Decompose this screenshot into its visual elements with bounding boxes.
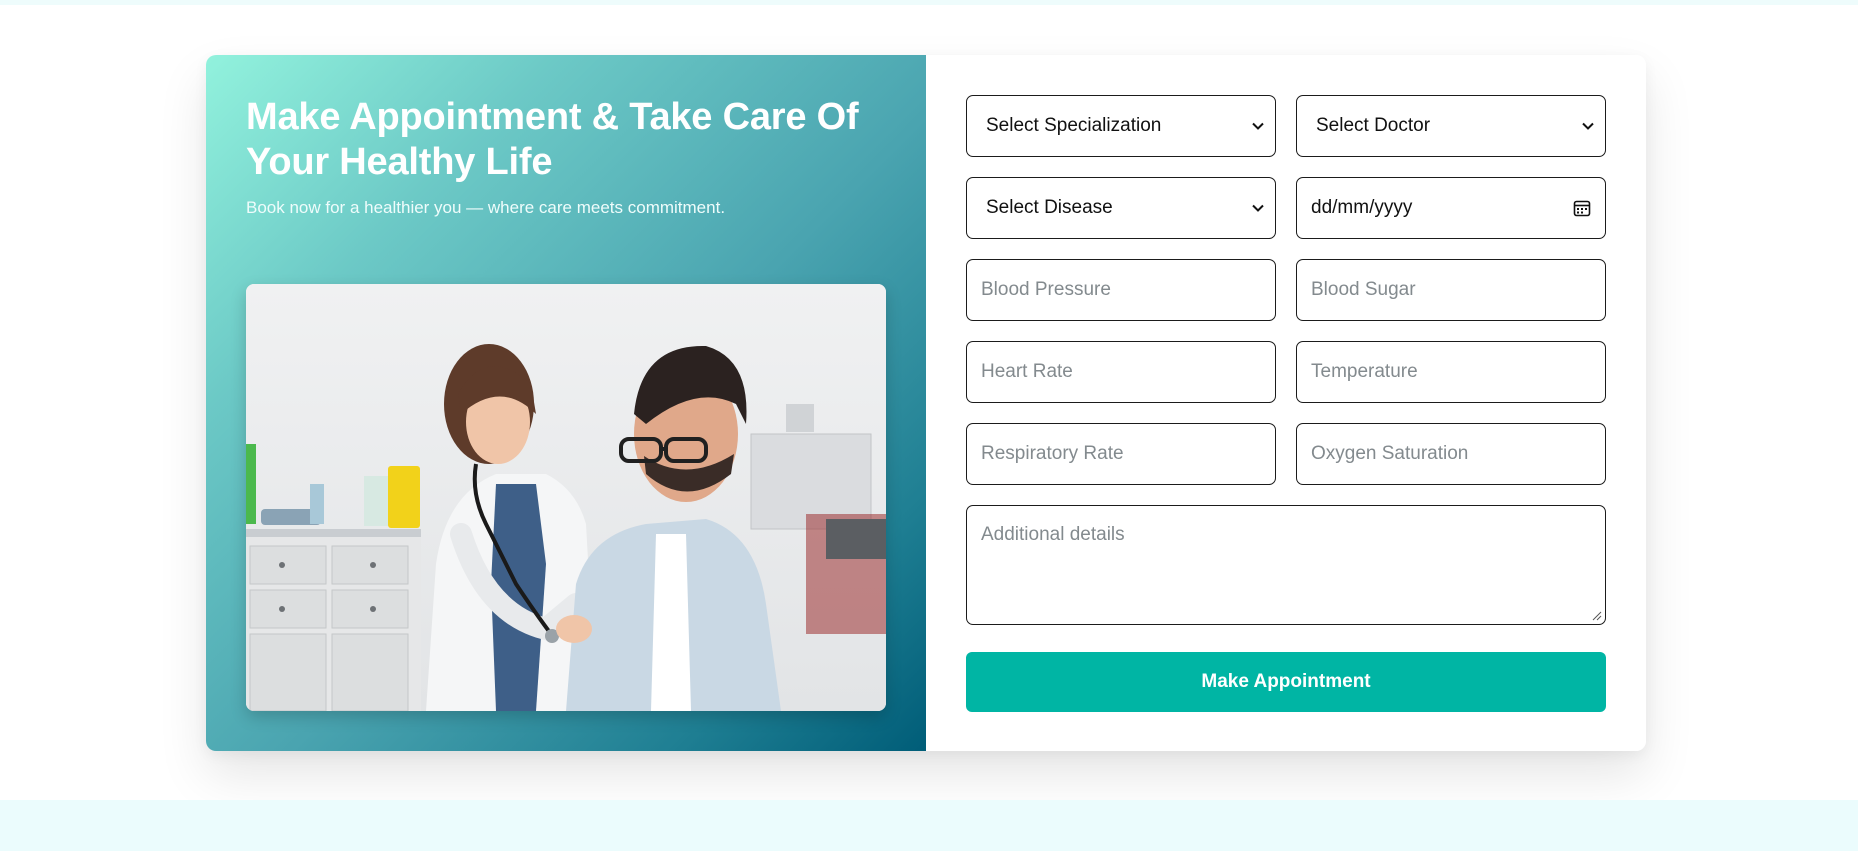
oxygen-saturation-field[interactable]: [1296, 423, 1606, 485]
oxygen-saturation-input[interactable]: [1311, 443, 1591, 465]
blood-pressure-input[interactable]: [981, 279, 1261, 301]
specialization-select[interactable]: Select Specialization: [966, 95, 1276, 157]
chevron-down-icon: [1252, 204, 1264, 212]
doctor-patient-photo: [246, 284, 886, 711]
make-appointment-button[interactable]: Make Appointment: [966, 652, 1606, 712]
respiratory-rate-input[interactable]: [981, 443, 1261, 465]
additional-details-field[interactable]: [966, 505, 1606, 625]
appointment-date-input[interactable]: dd/mm/yyyy: [1296, 177, 1606, 239]
heart-rate-field[interactable]: [966, 341, 1276, 403]
respiratory-rate-field[interactable]: [966, 423, 1276, 485]
doctor-select-value: Select Doctor: [1316, 115, 1431, 136]
appointment-card: Make Appointment & Take Care Of Your Hea…: [206, 55, 1646, 751]
date-value: dd/mm/yyyy: [1311, 197, 1413, 218]
disease-select[interactable]: Select Disease: [966, 177, 1276, 239]
footer-band: [0, 800, 1858, 851]
chevron-down-icon: [1582, 122, 1594, 130]
temperature-field[interactable]: [1296, 341, 1606, 403]
resize-handle-icon[interactable]: [1592, 611, 1602, 621]
blood-sugar-input[interactable]: [1311, 279, 1591, 301]
calendar-icon[interactable]: [1573, 199, 1591, 217]
specialization-select-value: Select Specialization: [986, 115, 1162, 136]
additional-details-textarea[interactable]: [981, 524, 1591, 604]
hero-subtitle: Book now for a healthier you — where car…: [246, 198, 726, 217]
hero-title: Make Appointment & Take Care Of Your Hea…: [246, 96, 859, 183]
doctor-select[interactable]: Select Doctor: [1296, 95, 1606, 157]
blood-pressure-field[interactable]: [966, 259, 1276, 321]
disease-select-value: Select Disease: [986, 197, 1113, 218]
appointment-form: Select Specialization Select Doctor Sele…: [926, 55, 1646, 751]
photo-illustration: [246, 284, 886, 711]
chevron-down-icon: [1252, 122, 1264, 130]
blood-sugar-field[interactable]: [1296, 259, 1606, 321]
hero-panel: Make Appointment & Take Care Of Your Hea…: [206, 55, 926, 751]
temperature-input[interactable]: [1311, 361, 1591, 383]
heart-rate-input[interactable]: [981, 361, 1261, 383]
top-band: [0, 0, 1858, 5]
